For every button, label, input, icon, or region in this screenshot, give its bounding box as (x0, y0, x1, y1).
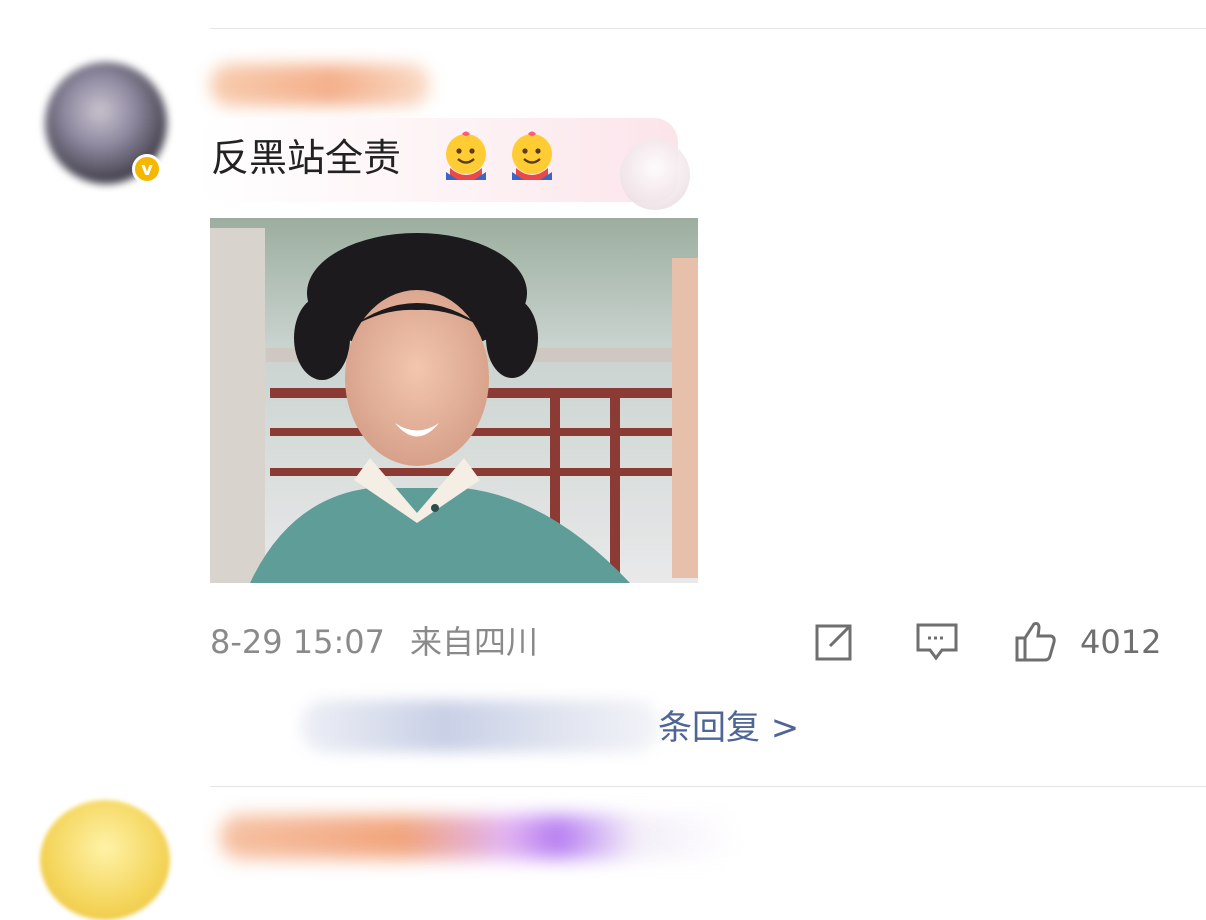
attached-photo[interactable] (210, 218, 698, 583)
username-redacted[interactable] (210, 64, 430, 106)
next-username-redacted[interactable] (220, 815, 740, 859)
post-location: 来自四川 (410, 623, 539, 661)
verified-badge-icon: v (132, 154, 162, 184)
top-divider (210, 28, 1206, 29)
photo-illustration (210, 218, 698, 583)
thumbs-up-icon[interactable] (1012, 618, 1058, 664)
like-count: 4012 (1080, 623, 1162, 661)
view-replies-link[interactable]: 条回复 > (658, 705, 799, 751)
bubble-decoration-sticker (620, 140, 690, 210)
comment-text: 反黑站全责 (211, 136, 402, 180)
hug-emoji-icon (446, 131, 486, 180)
next-user-avatar[interactable] (40, 800, 170, 920)
share-icon[interactable] (812, 618, 858, 664)
post-timestamp: 8-29 15:07 (210, 623, 386, 661)
comment-divider (210, 786, 1206, 787)
comment-icon[interactable] (914, 618, 960, 664)
hug-emoji-icon (512, 131, 552, 180)
reply-preview-redacted[interactable] (300, 700, 660, 752)
